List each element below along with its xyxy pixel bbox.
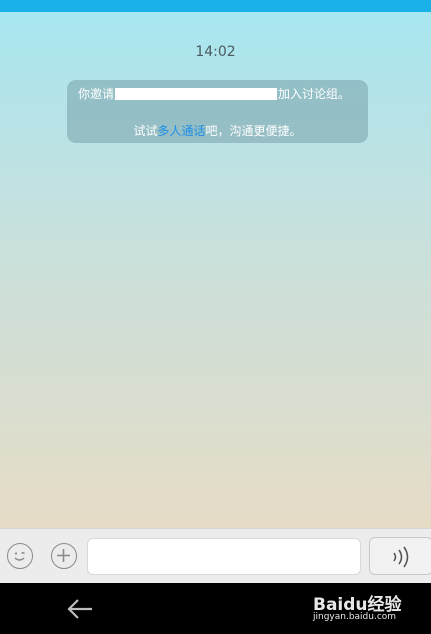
- tip-before: 试试: [133, 124, 158, 138]
- input-bar: [0, 528, 431, 583]
- back-arrow-icon[interactable]: [64, 595, 96, 623]
- watermark-url: jingyan.baidu.com: [313, 612, 397, 622]
- multi-call-link[interactable]: 多人通话: [157, 124, 205, 138]
- more-button[interactable]: [51, 543, 77, 569]
- emoji-button[interactable]: [7, 543, 33, 569]
- chat-area[interactable]: 14:02 你邀请 加入讨论组。 试试多人通话吧，沟通更便捷。: [0, 12, 431, 528]
- plus-icon: [57, 549, 70, 562]
- notice-suffix: 加入讨论组。: [278, 87, 351, 101]
- message-timestamp: 14:02: [195, 44, 236, 60]
- notice-tip-line: 试试多人通话吧，沟通更便捷。: [67, 122, 368, 139]
- system-notice: 你邀请 加入讨论组。 试试多人通话吧，沟通更便捷。: [67, 80, 368, 143]
- notice-invite-line: 你邀请 加入讨论组。: [78, 85, 350, 102]
- message-input[interactable]: [87, 538, 361, 575]
- emoji-icon: [14, 552, 25, 561]
- voice-button[interactable]: [369, 537, 431, 575]
- status-bar: [0, 0, 431, 12]
- redacted-names-block: [115, 87, 278, 100]
- notice-prefix: 你邀请: [78, 87, 115, 101]
- baidu-watermark: Baidu经验 jingyan.baidu.com: [313, 590, 431, 634]
- voice-icon: [393, 546, 409, 568]
- tip-after: 吧，沟通更便捷。: [205, 124, 302, 138]
